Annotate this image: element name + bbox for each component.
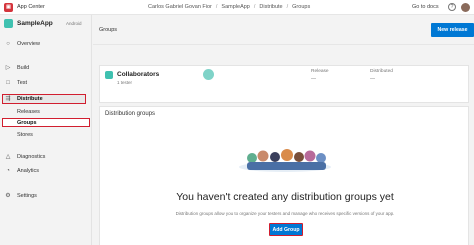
diagnostics-icon: △ bbox=[5, 154, 11, 160]
tester-count: 1 tester bbox=[117, 80, 133, 85]
breadcrumb-separator: / bbox=[286, 4, 289, 10]
help-icon[interactable]: ? bbox=[448, 3, 456, 11]
release-column-value: — bbox=[311, 76, 316, 82]
new-release-button[interactable]: New release bbox=[431, 23, 474, 37]
breadcrumb-groups: Groups bbox=[292, 4, 311, 10]
add-group-button[interactable]: Add Group bbox=[269, 223, 303, 236]
go-to-docs-link[interactable]: Go to docs bbox=[412, 4, 439, 10]
sidebar-item-label: Settings bbox=[17, 193, 37, 199]
breadcrumb-distribute[interactable]: Distribute bbox=[259, 4, 282, 10]
sidebar-item-label: Test bbox=[17, 80, 28, 86]
sidebar-subitem-groups[interactable]: Groups bbox=[17, 120, 37, 126]
group-name: Collaborators bbox=[117, 71, 160, 78]
sidebar-item-analytics[interactable]: ◔ Analytics bbox=[5, 168, 39, 174]
people-illustration-icon bbox=[239, 149, 331, 172]
page-title: Groups bbox=[99, 27, 118, 33]
distribution-groups-title: Distribution groups bbox=[105, 111, 156, 117]
groups-highlight bbox=[2, 118, 90, 127]
sidebar-subitem-releases[interactable]: Releases bbox=[17, 109, 40, 115]
release-column-label: Release bbox=[311, 69, 329, 74]
app-center-title[interactable]: App Center bbox=[17, 4, 45, 10]
distribute-icon: ⇶ bbox=[5, 96, 11, 102]
tester-avatar bbox=[203, 69, 214, 80]
app-center-logo-icon[interactable]: ▣ bbox=[4, 2, 13, 12]
app-icon bbox=[4, 19, 13, 28]
top-bar: ▣ App Center Carlos Gabriel Govan Fior /… bbox=[0, 0, 474, 15]
breadcrumb-separator: / bbox=[253, 4, 256, 10]
app-name: SampleApp bbox=[17, 20, 53, 27]
distribution-groups-card: Distribution groups You haven't created … bbox=[99, 106, 469, 245]
sidebar-item-label: Distribute bbox=[17, 96, 43, 102]
user-avatar[interactable] bbox=[461, 3, 470, 12]
app-os-label: Android bbox=[66, 21, 82, 26]
sidebar-item-label: Diagnostics bbox=[17, 154, 46, 160]
sidebar-subitem-stores[interactable]: Stores bbox=[17, 132, 33, 138]
app-header[interactable]: SampleApp bbox=[4, 19, 53, 28]
distributed-column-value: — bbox=[370, 76, 375, 82]
gear-icon: ⚙ bbox=[5, 193, 11, 199]
sidebar: SampleApp Android ○ Overview ▷ Build □ T… bbox=[0, 15, 92, 245]
main-content: Groups New release Collaborators 1 teste… bbox=[93, 15, 474, 245]
logo-glyph: ▣ bbox=[6, 4, 11, 10]
sidebar-item-test[interactable]: □ Test bbox=[5, 80, 27, 86]
sidebar-item-settings[interactable]: ⚙ Settings bbox=[5, 193, 37, 199]
group-icon bbox=[105, 71, 113, 79]
sidebar-item-label: Overview bbox=[17, 41, 40, 47]
build-icon: ▷ bbox=[5, 65, 11, 71]
overview-icon: ○ bbox=[6, 41, 10, 47]
breadcrumb-separator: / bbox=[215, 4, 218, 10]
analytics-icon: ◔ bbox=[6, 168, 10, 174]
breadcrumb-user[interactable]: Carlos Gabriel Govan Fior bbox=[148, 4, 212, 10]
empty-state-title: You haven't created any distribution gro… bbox=[176, 191, 394, 203]
sidebar-item-build[interactable]: ▷ Build bbox=[5, 65, 30, 71]
breadcrumb: Carlos Gabriel Govan Fior / SampleApp / … bbox=[148, 4, 310, 10]
test-icon: □ bbox=[6, 80, 10, 86]
breadcrumb-app[interactable]: SampleApp bbox=[221, 4, 249, 10]
sidebar-item-label: Analytics bbox=[17, 168, 40, 174]
sidebar-item-diagnostics[interactable]: △ Diagnostics bbox=[5, 154, 46, 160]
distributed-column-label: Distributed bbox=[370, 69, 393, 74]
collaborators-card[interactable]: Collaborators 1 tester Release — Distrib… bbox=[99, 65, 469, 103]
sidebar-item-label: Build bbox=[17, 65, 30, 71]
sidebar-item-distribute[interactable]: ⇶ Distribute bbox=[5, 96, 43, 102]
sidebar-item-overview[interactable]: ○ Overview bbox=[5, 41, 40, 47]
page-header: Groups New release bbox=[93, 15, 474, 45]
empty-state-description: Distribution groups allow you to organiz… bbox=[175, 211, 395, 216]
